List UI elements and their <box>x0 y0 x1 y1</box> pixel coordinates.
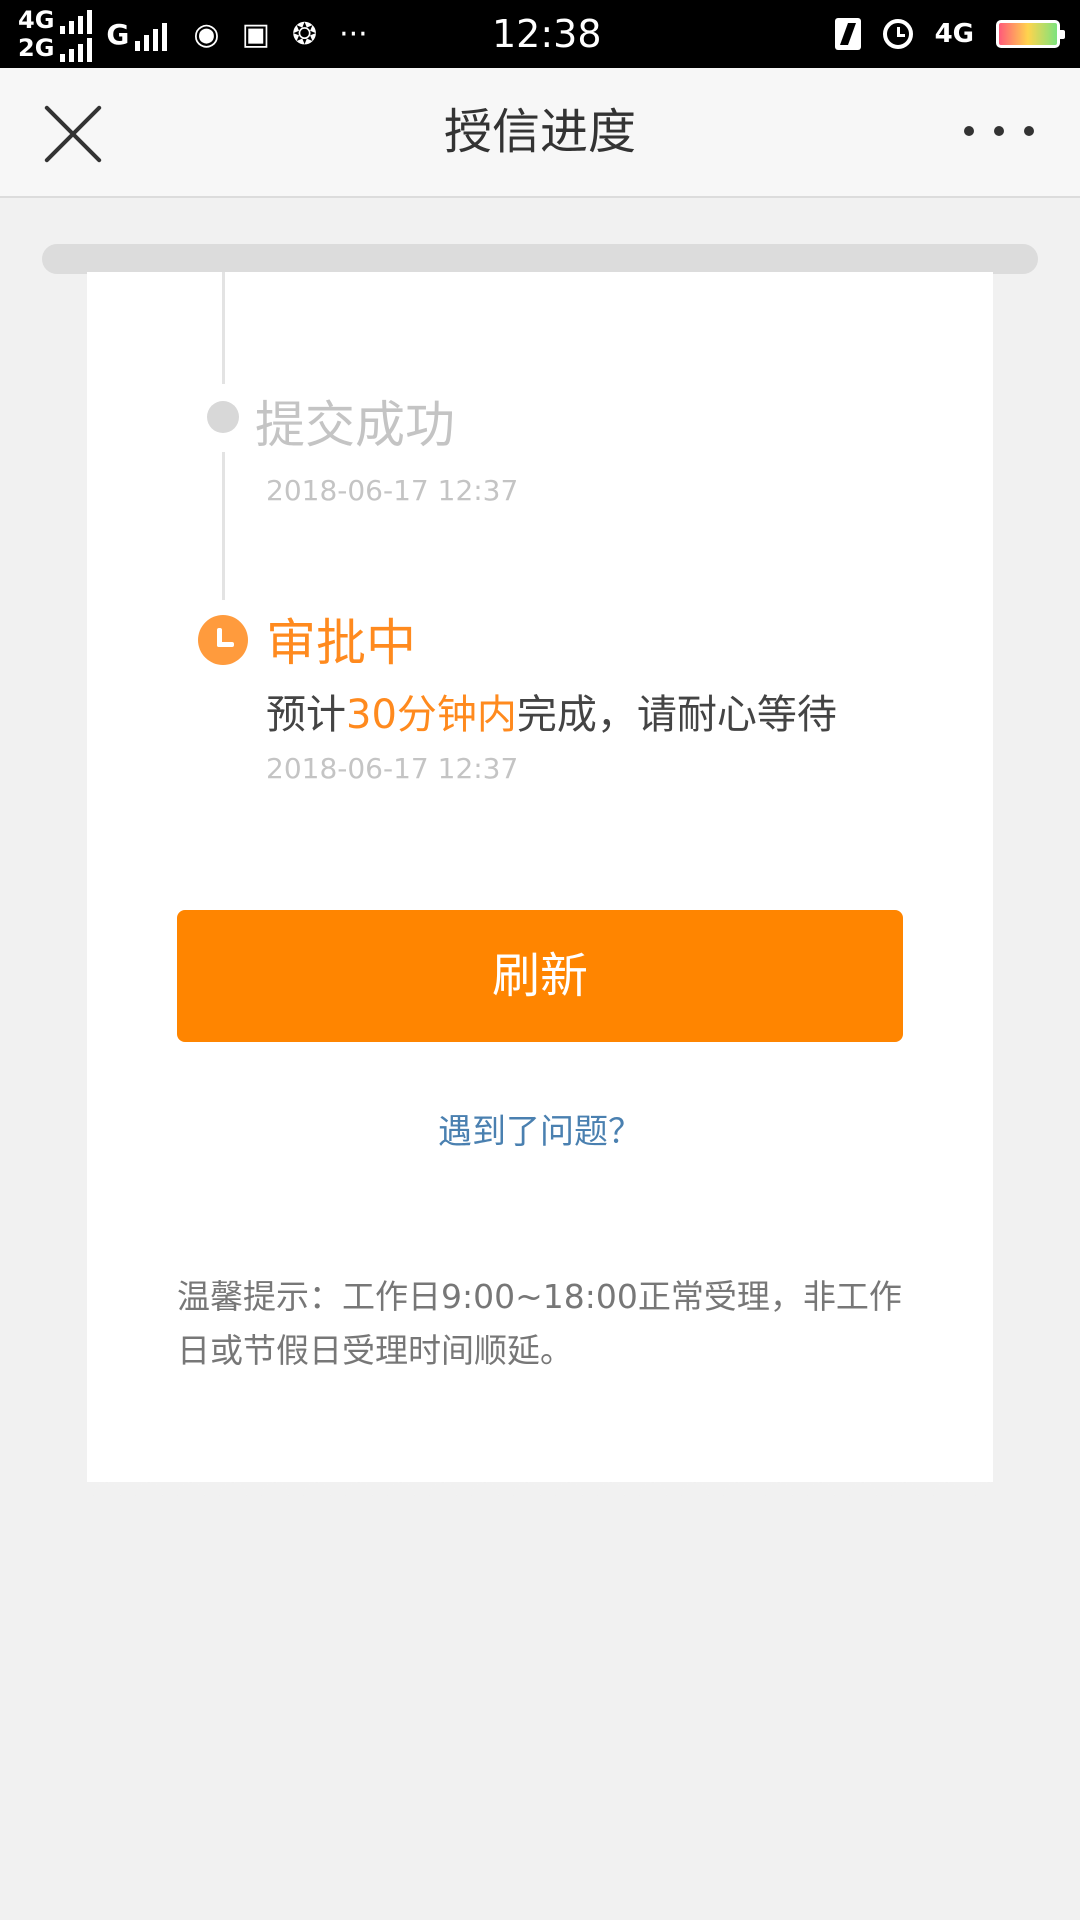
battery-icon <box>996 20 1065 48</box>
network-type-3: G <box>106 17 130 51</box>
page-title: 授信进度 <box>443 104 636 160</box>
step-submitted-time: 2018-06-17 12:37 <box>266 474 519 507</box>
status-left: 4G 2G G ◉ ▣ ❂ ··· <box>18 4 368 64</box>
problem-help-link[interactable]: 遇到了问题？ <box>0 1104 1080 1153</box>
timeline-line <box>222 272 225 384</box>
step-reviewing-time: 2018-06-17 12:37 <box>266 752 519 785</box>
status-right: 4G <box>834 0 1065 68</box>
wechat-icon: ❂ <box>291 16 318 52</box>
step-done-dot-icon <box>207 401 239 433</box>
desc-prefix: 预计 <box>266 692 346 738</box>
card-scalloped-edge <box>87 1468 993 1496</box>
network-type-4: 4G <box>934 19 974 49</box>
nav-bar: 授信进度 <box>0 68 1080 198</box>
shopping-bag-icon: ▣ <box>241 16 270 52</box>
timeline-line <box>222 452 225 600</box>
refresh-button[interactable]: 刷新 <box>177 910 903 1042</box>
clock: 12:38 <box>492 12 602 56</box>
charging-icon <box>834 18 861 50</box>
alarm-icon <box>882 19 913 49</box>
tip-text: 温馨提示：工作日9:00~18:00正常受理，非工作日或节假日受理时间顺延。 <box>177 1277 902 1370</box>
status-bar: 4G 2G G ◉ ▣ ❂ ··· 12:38 4G <box>0 0 1080 68</box>
more-notifications-icon: ··· <box>339 16 368 52</box>
notification-icons: ◉ ▣ ❂ ··· <box>193 17 367 52</box>
network-g: G <box>106 17 168 51</box>
receipt-slot <box>42 244 1038 274</box>
desc-highlight: 30分钟内 <box>346 692 517 738</box>
signal-icon <box>60 10 93 34</box>
weibo-icon: ◉ <box>193 16 220 52</box>
step-submitted-title: 提交成功 <box>255 396 455 454</box>
network-type-2: 2G <box>18 34 55 62</box>
dual-sim-signal: 4G 2G <box>18 6 93 62</box>
more-options-icon[interactable] <box>964 126 1034 136</box>
network-type-1: 4G <box>18 6 55 34</box>
signal-icon <box>135 22 168 51</box>
step-reviewing-title: 审批中 <box>266 614 416 672</box>
step-reviewing-desc: 预计30分钟内完成，请耐心等待 <box>266 682 837 740</box>
signal-icon <box>60 38 93 62</box>
desc-suffix: 完成，请耐心等待 <box>516 692 837 738</box>
clock-icon <box>198 615 248 665</box>
